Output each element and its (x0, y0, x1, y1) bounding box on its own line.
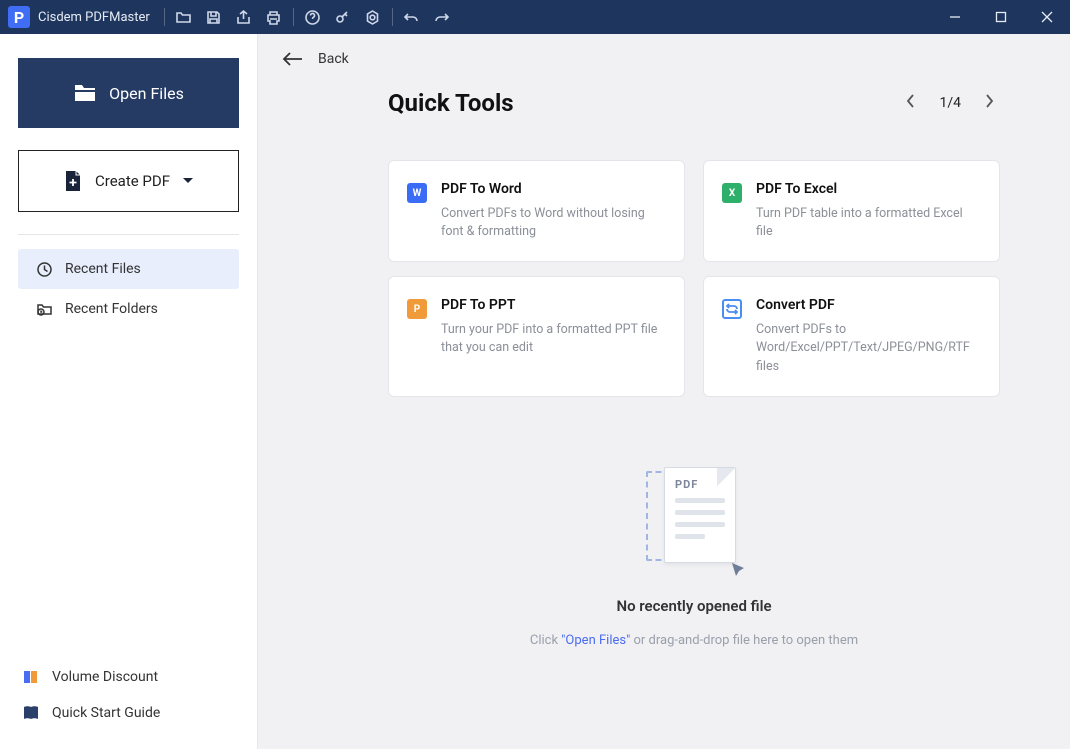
separator (293, 8, 294, 26)
open-files-button[interactable]: Open Files (18, 58, 239, 128)
pager-next[interactable] (979, 88, 1000, 118)
excel-icon: X (722, 183, 742, 203)
print-icon[interactable] (259, 0, 289, 34)
arrow-left-icon (282, 52, 304, 66)
sidebar-item-recent-folders[interactable]: Recent Folders (18, 289, 239, 329)
folder-icon (73, 83, 97, 103)
empty-subtitle: Click "Open Files" or drag-and-drop file… (530, 633, 858, 648)
minimize-button[interactable] (932, 0, 978, 34)
cursor-icon (730, 561, 748, 579)
quick-start-guide-link[interactable]: Quick Start Guide (18, 695, 239, 731)
card-title: PDF To Excel (756, 181, 981, 197)
app-title: Cisdem PDFMaster (38, 10, 150, 25)
close-button[interactable] (1024, 0, 1070, 34)
card-title: PDF To Word (441, 181, 666, 197)
divider (18, 234, 239, 235)
pager-prev[interactable] (900, 88, 921, 118)
separator (392, 8, 393, 26)
book-icon (22, 704, 40, 722)
volume-discount-link[interactable]: Volume Discount (18, 659, 239, 695)
clock-icon (36, 261, 53, 278)
card-desc: Turn PDF table into a formatted Excel fi… (756, 205, 981, 241)
app-logo-letter: P (14, 8, 24, 27)
key-icon[interactable] (328, 0, 358, 34)
save-icon[interactable] (199, 0, 229, 34)
page-title: Quick Tools (388, 89, 514, 117)
sidebar-item-recent-files[interactable]: Recent Files (18, 249, 239, 289)
empty-illustration: PDF (646, 467, 742, 577)
pdf-label: PDF (675, 478, 725, 491)
card-pdf-to-excel[interactable]: X PDF To Excel Turn PDF table into a for… (703, 160, 1000, 262)
titlebar: P Cisdem PDFMaster (0, 0, 1070, 34)
sidebar-item-label: Recent Folders (65, 301, 158, 317)
undo-icon[interactable] (397, 0, 427, 34)
pager: 1/4 (900, 88, 1000, 118)
create-pdf-label: Create PDF (95, 172, 170, 190)
card-pdf-to-word[interactable]: W PDF To Word Convert PDFs to Word witho… (388, 160, 685, 262)
settings-icon[interactable] (358, 0, 388, 34)
card-convert-pdf[interactable]: Convert PDF Convert PDFs to Word/Excel/P… (703, 276, 1000, 396)
empty-title: No recently opened file (616, 597, 771, 615)
app-logo: P (8, 6, 30, 28)
word-icon: W (407, 183, 427, 203)
redo-icon[interactable] (427, 0, 457, 34)
pager-display: 1/4 (939, 95, 961, 111)
card-pdf-to-ppt[interactable]: P PDF To PPT Turn your PDF into a format… (388, 276, 685, 396)
card-desc: Convert PDFs to Word without losing font… (441, 205, 666, 241)
ppt-icon: P (407, 299, 427, 319)
help-icon[interactable] (298, 0, 328, 34)
empty-state: PDF No recently opened file Click "Open … (388, 397, 1000, 749)
separator (164, 8, 165, 26)
discount-icon (22, 668, 40, 686)
card-desc: Convert PDFs to Word/Excel/PPT/Text/JPEG… (756, 321, 981, 375)
card-desc: Turn your PDF into a formatted PPT file … (441, 321, 666, 357)
sidebar-item-label: Recent Files (65, 261, 141, 277)
convert-icon (722, 299, 742, 319)
folder-clock-icon (36, 301, 53, 318)
bottom-link-label: Quick Start Guide (52, 705, 160, 721)
main-content: Back Quick Tools 1/4 W PDF To Word Conve… (258, 34, 1070, 749)
sidebar: Open Files Create PDF Recent Files Recen… (0, 34, 258, 749)
card-title: Convert PDF (756, 297, 981, 313)
open-files-label: Open Files (109, 84, 184, 103)
share-icon[interactable] (229, 0, 259, 34)
back-label: Back (318, 51, 349, 67)
open-icon[interactable] (169, 0, 199, 34)
back-button[interactable]: Back (258, 34, 1070, 84)
create-pdf-button[interactable]: Create PDF (18, 150, 239, 212)
card-title: PDF To PPT (441, 297, 666, 313)
create-pdf-icon (63, 170, 83, 192)
chevron-down-icon (182, 177, 194, 185)
open-files-link[interactable]: "Open Files" (561, 633, 630, 648)
bottom-link-label: Volume Discount (52, 669, 158, 685)
maximize-button[interactable] (978, 0, 1024, 34)
